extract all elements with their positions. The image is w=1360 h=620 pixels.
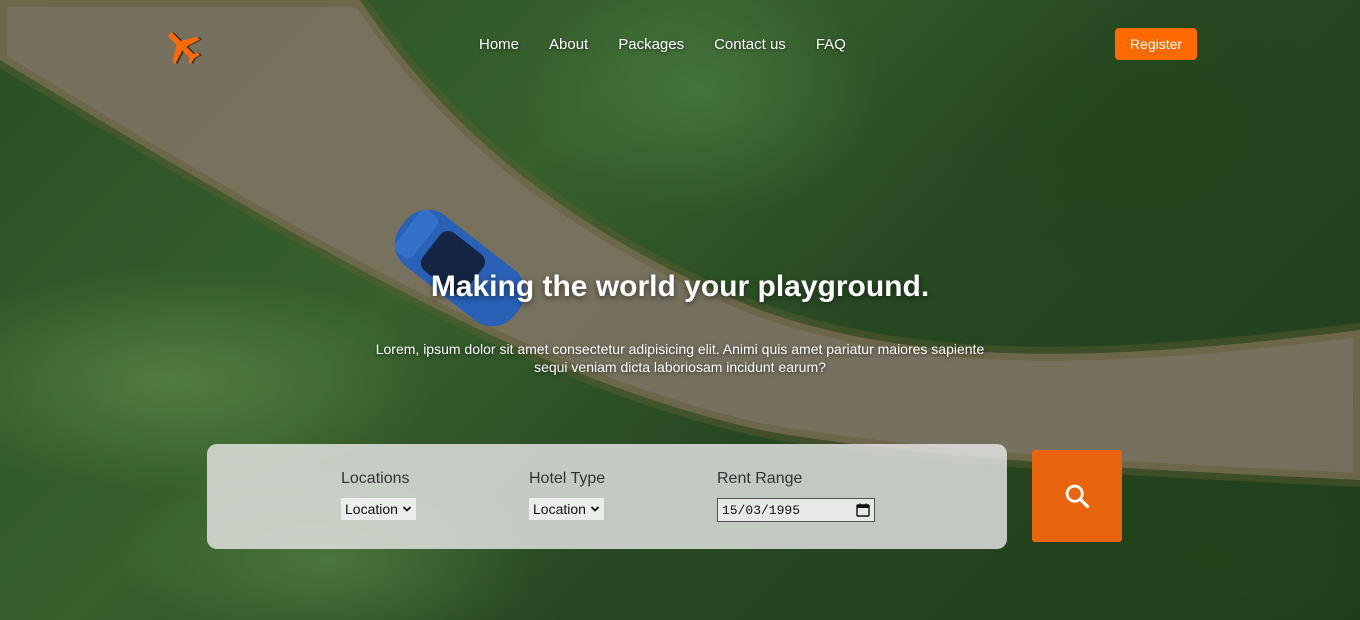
main-nav: Home About Packages Contact us FAQ xyxy=(479,36,846,53)
search-button[interactable] xyxy=(1032,450,1122,542)
search-panel: Locations Location Hotel Type Location R… xyxy=(207,444,1007,549)
hotel-type-selected: Location xyxy=(533,501,586,517)
hero-title: Making the world your playground. xyxy=(430,270,930,303)
logo[interactable] xyxy=(160,24,206,68)
register-button[interactable]: Register xyxy=(1115,28,1197,60)
locations-label: Locations xyxy=(341,470,410,487)
nav-packages[interactable]: Packages xyxy=(618,36,684,53)
calendar-icon[interactable] xyxy=(856,503,870,517)
hotel-type-label: Hotel Type xyxy=(529,470,606,487)
locations-selected: Location xyxy=(345,501,398,517)
locations-select[interactable]: Location xyxy=(341,498,416,520)
nav-faq[interactable]: FAQ xyxy=(816,36,846,53)
rent-range-date-input[interactable]: 15/03/1995 xyxy=(717,498,875,522)
hero-subtitle: Lorem, ipsum dolor sit amet consectetur … xyxy=(375,341,985,375)
nav-home[interactable]: Home xyxy=(479,36,519,53)
hotel-type-select[interactable]: Location xyxy=(529,498,604,520)
locations-field: Locations Location xyxy=(341,470,416,520)
rent-range-field: Rent Range 15/03/1995 xyxy=(717,470,875,522)
hotel-type-field: Hotel Type Location xyxy=(529,470,605,520)
airplane-icon xyxy=(168,32,202,65)
rent-range-value: 15/03/1995 xyxy=(722,502,801,518)
nav-contact-us[interactable]: Contact us xyxy=(714,36,786,53)
nav-about[interactable]: About xyxy=(549,36,588,53)
search-icon xyxy=(1065,484,1090,509)
rent-range-label: Rent Range xyxy=(717,470,803,487)
chevron-down-icon xyxy=(402,506,412,512)
chevron-down-icon xyxy=(590,506,600,512)
